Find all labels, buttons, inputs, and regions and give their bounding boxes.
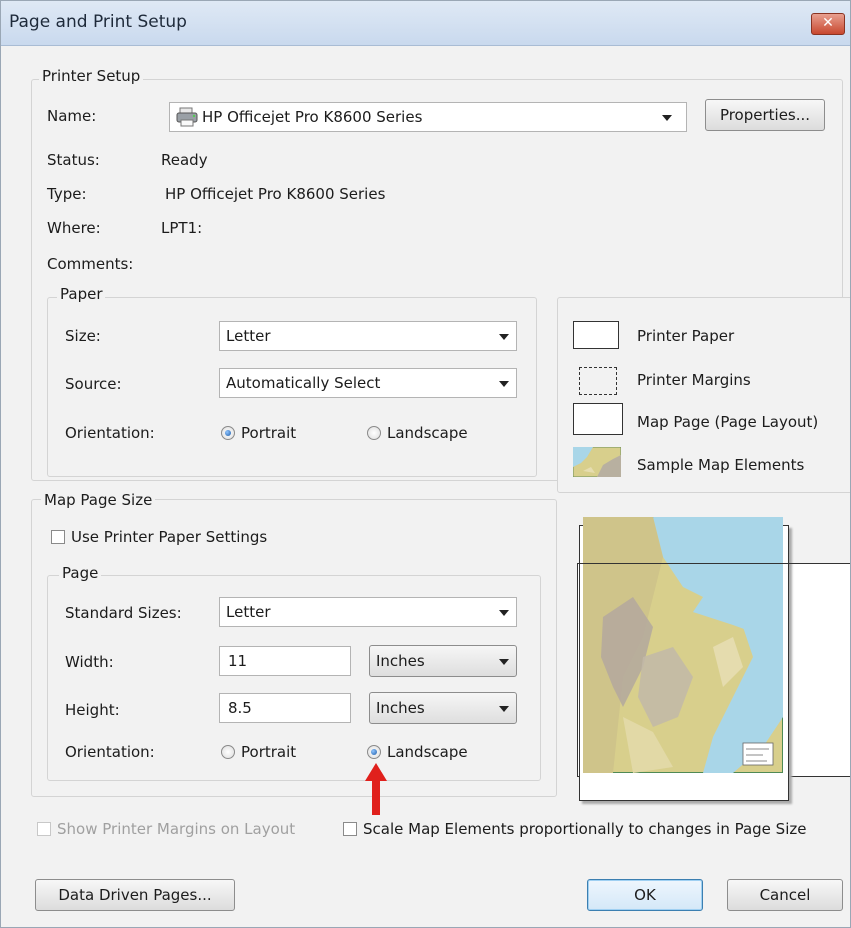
paper-landscape-label[interactable]: Landscape (387, 424, 468, 442)
printer-margins-key: Printer Margins (637, 371, 751, 389)
sample-map-key: Sample Map Elements (637, 456, 805, 474)
paper-source-label: Source: (65, 375, 122, 393)
annotation-arrow-icon (365, 763, 387, 815)
close-icon: ✕ (822, 15, 834, 31)
printer-paper-swatch (573, 321, 619, 349)
height-value: 8.5 (228, 699, 252, 717)
paper-source-combo[interactable]: Automatically Select (219, 368, 517, 398)
paper-orientation-label: Orientation: (65, 424, 155, 442)
page-orientation-label: Orientation: (65, 743, 155, 761)
where-value: LPT1: (161, 219, 203, 237)
ok-button[interactable]: OK (587, 879, 703, 911)
standard-sizes-label: Standard Sizes: (65, 604, 182, 622)
paper-source-value: Automatically Select (226, 374, 381, 392)
width-unit-value: Inches (376, 652, 425, 670)
standard-sizes-value: Letter (226, 603, 271, 621)
page-and-print-setup-dialog: Page and Print Setup ✕ Printer Setup Nam… (0, 0, 851, 928)
chevron-down-icon (499, 381, 509, 387)
scale-map-elements-checkbox[interactable] (343, 822, 357, 836)
page-landscape-radio[interactable] (367, 745, 381, 759)
height-label: Height: (65, 701, 120, 719)
cancel-button[interactable]: Cancel (727, 879, 843, 911)
use-printer-paper-label[interactable]: Use Printer Paper Settings (71, 528, 267, 546)
show-printer-margins-label[interactable]: Show Printer Margins on Layout (57, 820, 295, 838)
paper-portrait-radio[interactable] (221, 426, 235, 440)
map-page-key: Map Page (Page Layout) (637, 413, 819, 431)
page-landscape-label[interactable]: Landscape (387, 743, 468, 761)
layout-preview (569, 507, 850, 801)
map-page-swatch (573, 403, 623, 435)
printer-margins-swatch (579, 367, 617, 395)
paper-landscape-radio[interactable] (367, 426, 381, 440)
standard-sizes-combo[interactable]: Letter (219, 597, 517, 627)
properties-button[interactable]: Properties... (705, 99, 825, 131)
page-portrait-label[interactable]: Portrait (241, 743, 296, 761)
chevron-down-icon (499, 610, 509, 616)
close-button[interactable]: ✕ (811, 13, 845, 35)
page-portrait-radio[interactable] (221, 745, 235, 759)
height-input[interactable]: 8.5 (219, 693, 351, 723)
width-value: 11 (228, 652, 248, 670)
where-label: Where: (47, 219, 101, 237)
paper-legend: Paper (57, 285, 106, 303)
type-value: HP Officejet Pro K8600 Series (165, 185, 386, 203)
window-title: Page and Print Setup (9, 12, 187, 32)
height-unit-dropdown[interactable]: Inches (369, 692, 517, 724)
status-value: Ready (161, 151, 208, 169)
map-page-size-legend: Map Page Size (41, 491, 156, 509)
paper-size-combo[interactable]: Letter (219, 321, 517, 351)
printer-name-value: HP Officejet Pro K8600 Series (202, 108, 423, 126)
chevron-down-icon (662, 115, 672, 121)
name-label: Name: (47, 107, 97, 125)
printer-setup-legend: Printer Setup (39, 67, 144, 85)
use-printer-paper-checkbox[interactable] (51, 530, 65, 544)
chevron-down-icon (499, 659, 509, 665)
paper-size-label: Size: (65, 327, 101, 345)
printer-name-combo[interactable]: HP Officejet Pro K8600 Series (169, 102, 687, 132)
printer-icon (176, 107, 198, 127)
height-unit-value: Inches (376, 699, 425, 717)
map-preview-image (583, 517, 783, 773)
type-label: Type: (47, 185, 87, 203)
comments-label: Comments: (47, 255, 134, 273)
chevron-down-icon (499, 706, 509, 712)
page-legend: Page (59, 564, 102, 582)
width-label: Width: (65, 653, 114, 671)
data-driven-pages-button[interactable]: Data Driven Pages... (35, 879, 235, 911)
chevron-down-icon (499, 334, 509, 340)
width-input[interactable]: 11 (219, 646, 351, 676)
paper-size-value: Letter (226, 327, 271, 345)
status-label: Status: (47, 151, 100, 169)
paper-portrait-label[interactable]: Portrait (241, 424, 296, 442)
show-printer-margins-checkbox[interactable] (37, 822, 51, 836)
printer-paper-key: Printer Paper (637, 327, 735, 345)
title-bar: Page and Print Setup ✕ (1, 1, 850, 46)
width-unit-dropdown[interactable]: Inches (369, 645, 517, 677)
sample-map-swatch-icon (573, 447, 621, 477)
printer-margins-preview (577, 563, 850, 564)
scale-map-elements-label[interactable]: Scale Map Elements proportionally to cha… (363, 820, 806, 838)
